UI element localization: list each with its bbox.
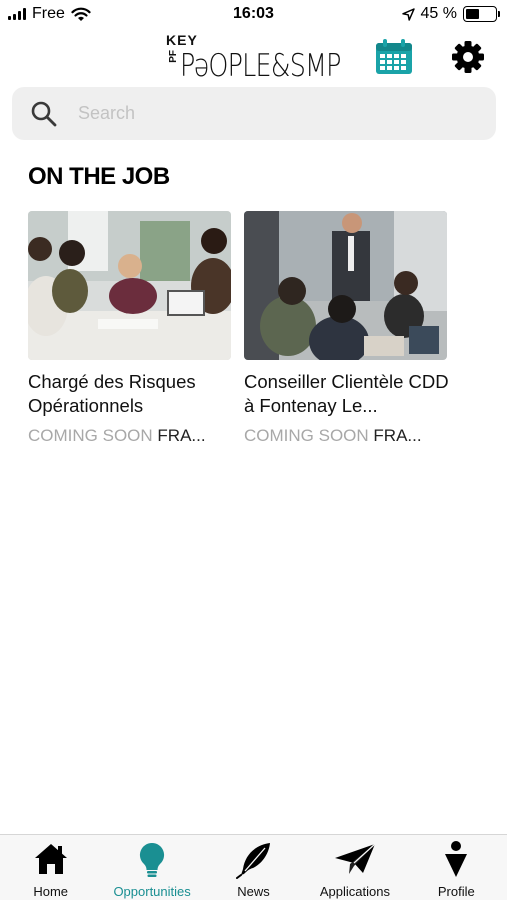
status-right: 45 % [401,5,500,23]
tab-opportunities[interactable]: Opportunities [101,835,202,900]
tab-label: Applications [319,884,390,899]
tab-applications[interactable]: Applications [304,835,405,900]
battery-percent: 45 % [420,5,457,22]
app-logo: KEY PF PəOPLE&SMP [166,32,344,84]
battery-fill [466,9,479,19]
logo-pf-text: PF [168,50,179,63]
job-status-line: COMING SOON FRA... [244,426,454,446]
job-location: FRA... [157,426,206,445]
search-icon [31,101,57,127]
job-image-office[interactable] [244,211,447,360]
tab-label: Opportunities [113,884,191,899]
tab-label: News [237,884,270,899]
person-icon [445,841,468,877]
battery-icon [463,6,500,22]
lightbulb-icon [140,842,165,877]
job-title[interactable]: Conseiller Clientèle CDD à Fontenay Le..… [244,370,454,418]
job-card[interactable]: Chargé des Risques Opérationnels COMING … [28,211,231,446]
logo-key-text: KEY [166,32,198,48]
feather-icon [235,843,270,879]
search-bar[interactable] [12,87,496,140]
location-arrow-icon [401,7,415,21]
job-title[interactable]: Chargé des Risques Opérationnels [28,370,238,418]
home-icon [34,844,67,874]
job-status: COMING SOON [244,426,369,445]
tab-label: Profile [437,884,475,899]
job-status: COMING SOON [28,426,153,445]
job-status-line: COMING SOON FRA... [28,426,238,446]
status-bar: Free 16:03 45 % [0,0,507,30]
section-title: ON THE JOB [28,163,170,190]
tab-label: Home [33,884,69,899]
app-header: KEY PF PəOPLE&SMP [0,30,507,85]
tab-news[interactable]: News [203,835,304,900]
gear-icon[interactable] [451,40,485,74]
job-location: FRA... [373,426,422,445]
paper-plane-icon [334,843,376,874]
tab-home[interactable]: Home [0,835,101,900]
job-card[interactable]: Conseiller Clientèle CDD à Fontenay Le..… [244,211,449,446]
bottom-tab-bar: Home Opportunities News Applications Pro… [0,834,507,900]
calendar-icon[interactable] [375,39,413,75]
search-input[interactable] [78,95,478,132]
job-image-meeting[interactable] [28,211,231,360]
logo-main-text: PəOPLE&SMP [180,48,341,84]
tab-profile[interactable]: Profile [406,835,507,900]
